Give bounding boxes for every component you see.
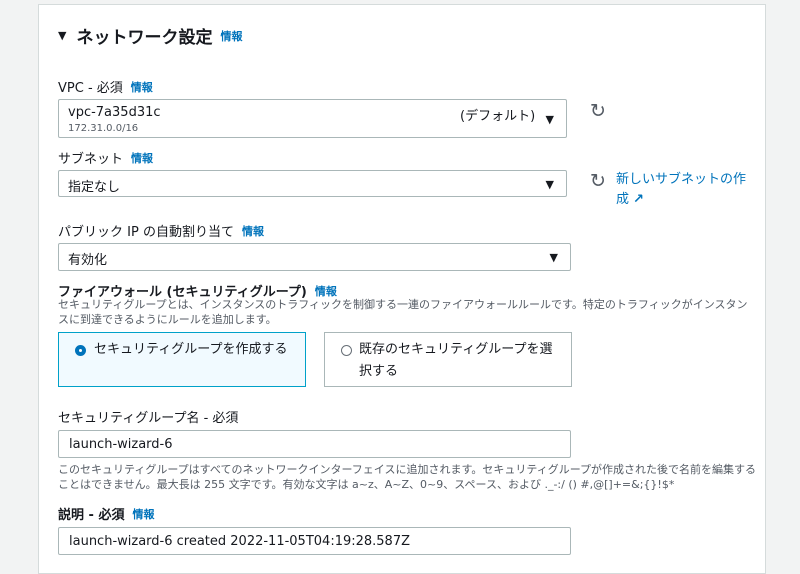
sg-name-label: セキュリティグループ名 - 必須 [58,411,239,426]
radio-create-security-group[interactable]: セキュリティグループを作成する [58,332,306,387]
public-ip-value: 有効化 [68,253,108,268]
info-link[interactable]: 情報 [220,28,242,44]
radio-label: 既存のセキュリティグループを選択する [359,342,553,379]
caret-down-icon[interactable]: ▼ [58,29,66,42]
section-header[interactable]: ▼ ネットワーク設定 情報 [58,23,242,48]
chevron-down-icon: ▼ [545,113,554,126]
vpc-default-tag: (デフォルト) [460,109,536,124]
vpc-label: VPC - 必須 情報 [58,79,153,97]
radio-unselected-icon[interactable] [341,345,352,356]
public-ip-info-link[interactable]: 情報 [242,223,264,239]
description-label: 説明 - 必須 情報 [58,506,155,524]
public-ip-label: パブリック IP の自動割り当て 情報 [58,223,264,241]
radio-selected-icon[interactable] [75,345,86,356]
create-subnet-link[interactable]: 新しいサブネットの作成 ↗ [616,170,756,210]
firewall-description: セキュリティグループとは、インスタンスのトラフィックを制御する一連のファイアウォ… [58,298,748,326]
chevron-down-icon: ▼ [545,178,554,191]
chevron-down-icon: ▼ [549,251,558,264]
subnet-select[interactable]: 指定なし ▼ [58,170,567,197]
subnet-value: 指定なし [68,180,121,195]
refresh-icon[interactable]: ↻ [590,100,606,122]
sg-name-input[interactable]: launch-wizard-6 [58,430,571,458]
subnet-label: サブネット 情報 [58,150,154,168]
description-input[interactable]: launch-wizard-6 created 2022-11-05T04:19… [58,527,571,555]
refresh-icon[interactable]: ↻ [590,170,606,192]
vpc-value: vpc-7a35d31c [68,105,161,120]
radio-label: セキュリティグループを作成する [94,342,288,357]
vpc-cidr: 172.31.0.0/16 [68,123,139,134]
external-link-icon: ↗ [633,192,644,207]
subnet-info-link[interactable]: 情報 [131,150,153,166]
sg-name-description: このセキュリティグループはすべてのネットワークインターフェイスに追加されます。セ… [58,463,757,491]
vpc-info-link[interactable]: 情報 [131,79,153,95]
section-title: ネットワーク設定 [76,28,213,48]
description-info-link[interactable]: 情報 [132,506,154,522]
vpc-select[interactable]: vpc-7a35d31c 172.31.0.0/16 (デフォルト) ▼ [58,99,567,138]
radio-select-existing-group[interactable]: 既存のセキュリティグループを選択する [324,332,572,387]
public-ip-select[interactable]: 有効化 ▼ [58,243,571,271]
